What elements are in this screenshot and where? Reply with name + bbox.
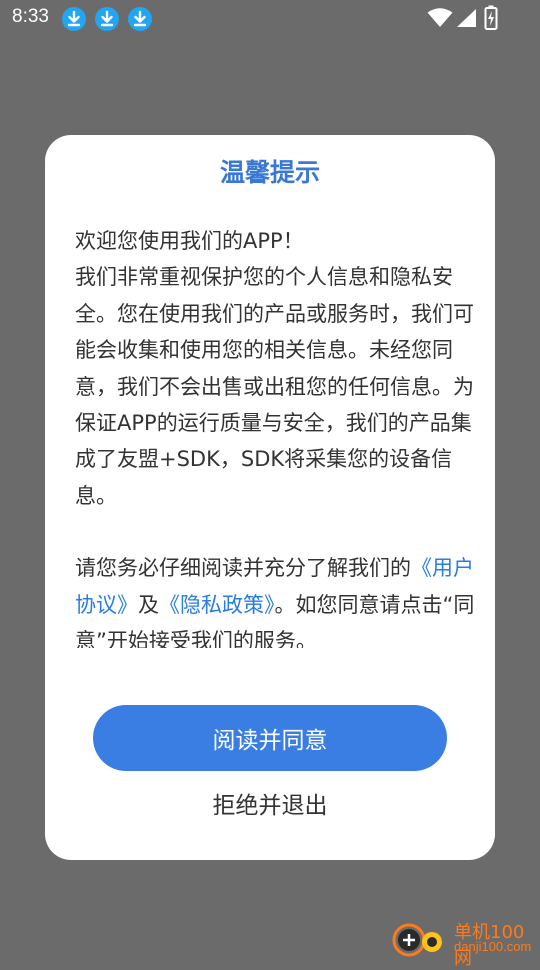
download-icon (95, 7, 119, 31)
refuse-button[interactable]: 拒绝并退出 (45, 786, 495, 820)
watermark: 单机100网 danji100.com (392, 918, 540, 969)
dialog-title: 温馨提示 (219, 158, 320, 187)
wifi-icon (427, 8, 453, 27)
status-time: 8:33 (12, 6, 49, 27)
agree-button[interactable]: 阅读并同意 (93, 705, 447, 771)
welcome-line: 欢迎您使用我们的APP！ (75, 229, 304, 253)
agreement-prefix: 请您务必仔细阅读并充分了解我们的 (75, 556, 411, 581)
download-icon (128, 7, 152, 31)
dialog-body[interactable]: 欢迎您使用我们的APP！ 我们非常重视保护您的个人信息和隐私安全。您在使用我们的… (75, 223, 475, 648)
signal-icon (457, 9, 476, 27)
status-bar: 8:33 (0, 0, 540, 36)
watermark-url: danji100.com (454, 939, 532, 954)
and-text: 及 (138, 592, 159, 617)
battery-charging-icon (484, 5, 498, 30)
privacy-statement: 我们非常重视保护您的个人信息和隐私安全。您在使用我们的产品或服务时，我们可能会收… (75, 265, 474, 508)
privacy-policy-link[interactable]: 《隐私政策》 (159, 593, 275, 617)
download-icon (62, 7, 86, 31)
agreement-paragraph: 请您务必仔细阅读并充分了解我们的《用户协议》及《隐私政策》。如您同意请点击“同意… (75, 550, 475, 648)
watermark-logo-icon (392, 923, 442, 957)
privacy-dialog: 温馨提示 欢迎您使用我们的APP！ 我们非常重视保护您的个人信息和隐私安全。您在… (45, 135, 495, 860)
